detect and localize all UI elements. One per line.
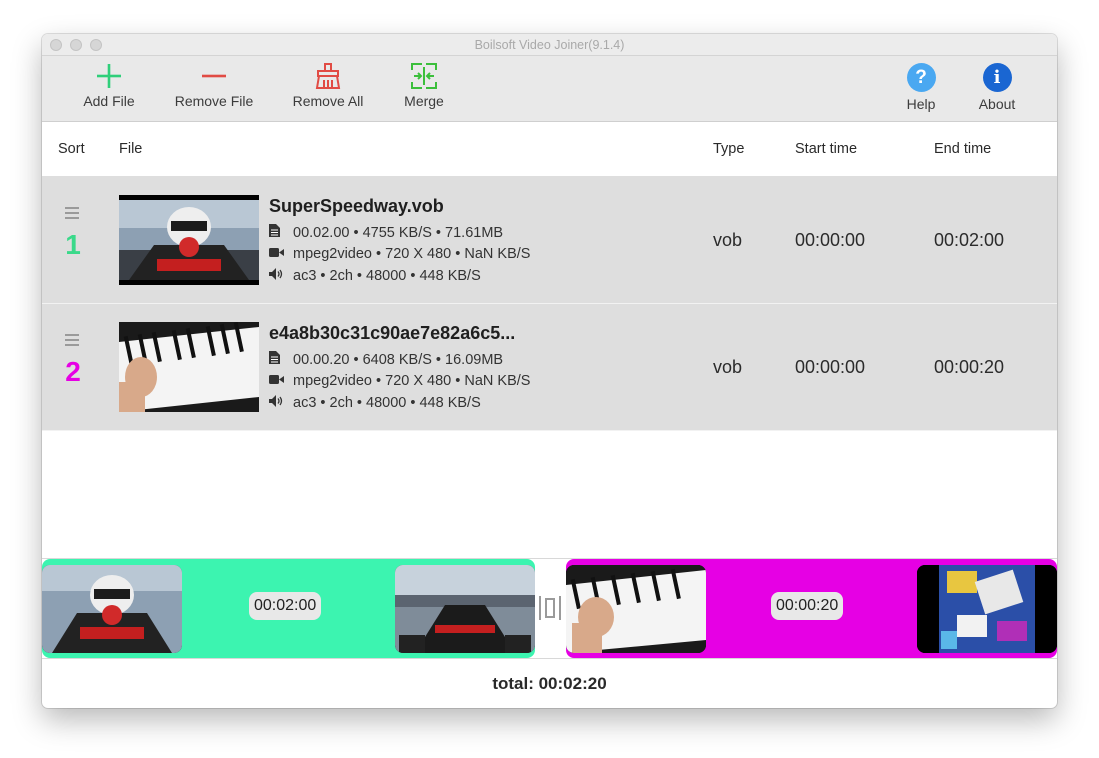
video-camera-icon [269,246,289,262]
file-info: 00.00.20 • 6408 KB/S • 16.09MB [293,352,504,368]
file-type: vob [713,230,743,250]
audio-info: ac3 • 2ch • 48000 • 448 KB/S [293,395,481,411]
file-info: 00.02.00 • 4755 KB/S • 71.61MB [293,225,504,241]
toolbar: Add File Remove File Remove All Merge ? … [42,56,1057,122]
clip-start-thumbnail [566,565,706,653]
remove-file-button[interactable]: Remove File [173,62,255,109]
file-row[interactable]: 2 e4a8b30c31c90ae7e82a6c5... 00.00.20 • … [42,304,1057,431]
minus-icon [202,74,226,78]
close-window-button[interactable] [50,39,62,51]
broom-icon [315,63,341,89]
column-end-time[interactable]: End time [934,141,991,157]
video-camera-icon [269,373,289,389]
total-duration: total: 00:02:20 [492,674,607,693]
remove-all-label: Remove All [292,93,364,109]
document-icon [269,351,289,368]
clip-end-thumbnail [395,565,535,653]
minimize-window-button[interactable] [70,39,82,51]
about-label: About [978,96,1016,112]
start-time[interactable]: 00:00:00 [795,230,865,251]
video-thumbnail [119,195,259,285]
start-time[interactable]: 00:00:00 [795,357,865,378]
drag-handle-icon[interactable] [65,207,79,222]
clip-duration: 00:02:00 [249,592,322,620]
zoom-window-button[interactable] [90,39,102,51]
video-info: mpeg2video • 720 X 480 • NaN KB/S [293,246,531,262]
about-button[interactable]: i About [974,62,1020,112]
video-thumbnail [119,322,259,412]
file-list-header: Sort File Type Start time End time [42,122,1057,177]
drag-handle-icon[interactable] [65,334,79,349]
clip-end-thumbnail [917,565,1057,653]
end-time[interactable]: 00:02:00 [934,230,1004,251]
plus-icon [97,64,121,88]
timeline-clip[interactable]: 00:02:00 [42,559,535,658]
column-type[interactable]: Type [713,141,744,157]
timeline-clip[interactable]: 00:00:20 [566,559,1057,658]
timeline: 00:02:00 00:00:20 [42,558,1057,659]
app-window: Boilsoft Video Joiner(9.1.4) Add File Re… [42,34,1057,708]
file-name: e4a8b30c31c90ae7e82a6c5... [269,323,516,343]
file-type: vob [713,357,743,377]
file-info-line: 00.00.20 • 6408 KB/S • 16.09MB [269,351,503,368]
speaker-icon [269,268,289,284]
add-file-button[interactable]: Add File [80,62,138,109]
remove-file-label: Remove File [174,93,254,109]
add-file-label: Add File [83,93,135,109]
join-separator-icon [538,595,562,626]
sort-index: 1 [65,229,81,260]
title-bar: Boilsoft Video Joiner(9.1.4) [42,34,1057,56]
audio-info: ac3 • 2ch • 48000 • 448 KB/S [293,268,481,284]
merge-button[interactable]: Merge [400,62,448,109]
sort-index: 2 [65,356,81,387]
column-sort[interactable]: Sort [58,141,85,157]
help-icon: ? [906,63,936,92]
clip-start-thumbnail [42,565,182,653]
video-info-line: mpeg2video • 720 X 480 • NaN KB/S [269,373,530,389]
file-info-line: 00.02.00 • 4755 KB/S • 71.61MB [269,224,503,241]
window-controls [50,39,102,51]
column-start-time[interactable]: Start time [795,141,857,157]
speaker-icon [269,395,289,411]
window-title: Boilsoft Video Joiner(9.1.4) [474,38,625,52]
help-button[interactable]: ? Help [902,62,940,112]
info-icon: i [982,63,1012,92]
clip-duration: 00:00:20 [771,592,844,620]
help-label: Help [906,96,936,112]
audio-info-line: ac3 • 2ch • 48000 • 448 KB/S [269,395,481,411]
video-info-line: mpeg2video • 720 X 480 • NaN KB/S [269,246,530,262]
merge-label: Merge [404,93,444,109]
file-name: SuperSpeedway.vob [269,196,444,216]
audio-info-line: ac3 • 2ch • 48000 • 448 KB/S [269,268,481,284]
merge-icon [411,63,437,89]
file-row[interactable]: 1 SuperSpeedway.vob 00.02.00 • 4755 KB/S… [42,177,1057,304]
video-info: mpeg2video • 720 X 480 • NaN KB/S [293,373,531,389]
end-time[interactable]: 00:00:20 [934,357,1004,378]
column-file[interactable]: File [119,141,142,157]
document-icon [269,224,289,241]
remove-all-button[interactable]: Remove All [290,62,366,109]
